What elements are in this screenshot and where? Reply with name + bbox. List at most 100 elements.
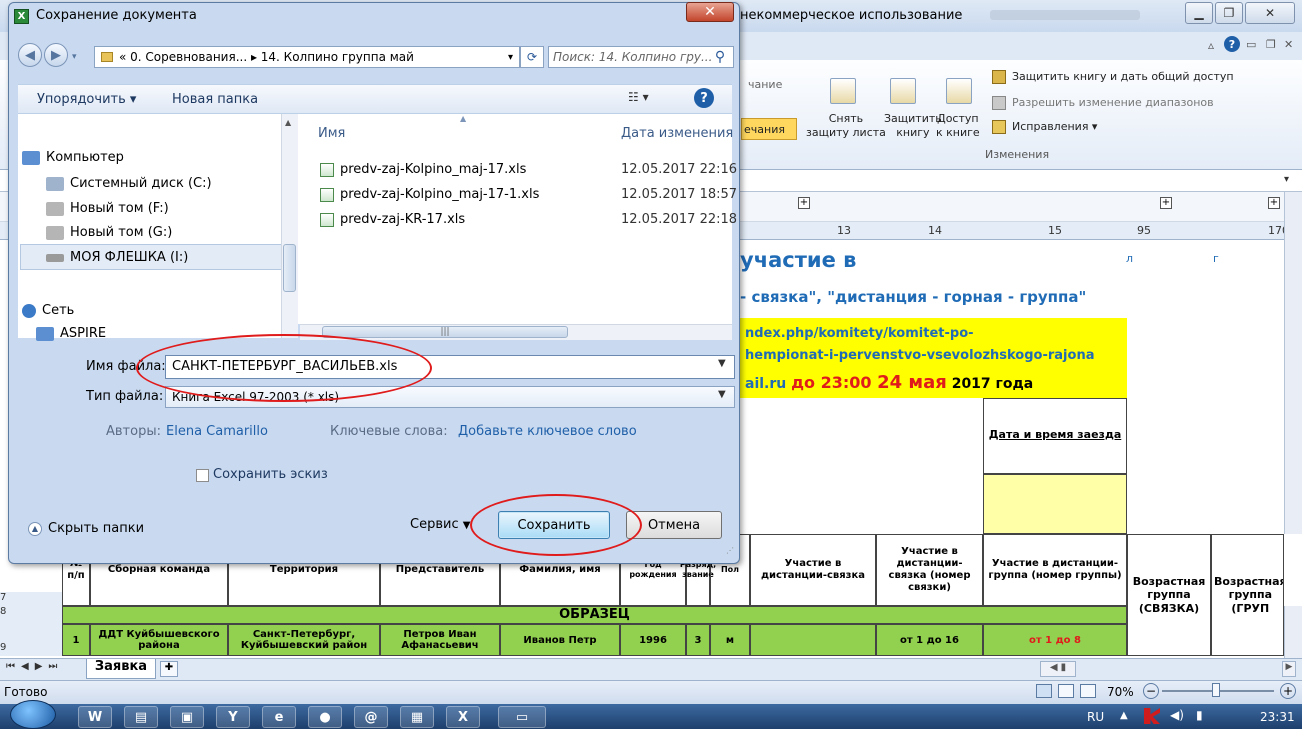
save-thumbnail-checkbox[interactable] xyxy=(196,469,209,482)
sample-team[interactable]: ДДТ Куйбышевского района xyxy=(90,624,228,656)
filetype-dropdown-icon[interactable]: ▼ xyxy=(718,389,732,405)
doc-close-icon[interactable]: ✕ xyxy=(1284,38,1293,51)
sample-sex[interactable]: м xyxy=(710,624,750,656)
view-options-icon[interactable]: ☷ ▾ xyxy=(628,90,658,108)
ie-taskbar-icon[interactable]: e xyxy=(262,706,296,728)
recent-locations-icon[interactable]: ▾ xyxy=(72,52,77,62)
yandex-taskbar-icon[interactable]: Y xyxy=(216,706,250,728)
row-number[interactable]: 7 xyxy=(0,592,62,606)
help-icon[interactable]: ? xyxy=(1224,36,1240,52)
excel-close-icon[interactable]: ✕ xyxy=(1245,2,1295,24)
input-language[interactable]: RU xyxy=(1087,710,1104,724)
forward-arrow-icon[interactable]: ▶ xyxy=(44,43,68,67)
new-folder-button[interactable]: Новая папка xyxy=(172,92,258,107)
search-input[interactable]: Поиск: 14. Колпино гру... xyxy=(548,46,734,68)
hscroll-left-icon[interactable]: ◀ ▮ xyxy=(1040,661,1076,677)
page-break-icon[interactable] xyxy=(1080,684,1096,698)
header-dist-link-num[interactable]: Участие в дистанции-связка (номер связки… xyxy=(876,534,983,606)
normal-view-icon[interactable] xyxy=(1036,684,1052,698)
page-layout-icon[interactable] xyxy=(1058,684,1074,698)
column-number[interactable]: 15 xyxy=(1048,224,1062,237)
sample-group-num[interactable]: от 1 до 8 xyxy=(983,624,1127,656)
header-dist-link[interactable]: Участие в дистанции-связка xyxy=(750,534,876,606)
word-taskbar-icon[interactable]: W xyxy=(78,706,112,728)
mail-taskbar-icon[interactable]: @ xyxy=(354,706,388,728)
file-row[interactable]: predv-zaj-Kolpino_maj-17-1.xls xyxy=(320,187,539,202)
header-age-group[interactable]: Возрастная группа (ГРУП xyxy=(1211,534,1284,656)
sample-num[interactable]: 1 xyxy=(62,624,90,656)
save-thumbnail-label[interactable]: Сохранить эскиз xyxy=(213,467,328,482)
share-book-button[interactable]: Доступ к книге xyxy=(936,112,980,141)
file-row[interactable]: predv-zaj-KR-17.xls xyxy=(320,212,465,227)
column-number[interactable]: 95 xyxy=(1137,224,1151,237)
file-list-hscroll-thumb[interactable]: ||| xyxy=(322,326,568,338)
sample-birth[interactable]: 1996 xyxy=(620,624,686,656)
scroll-up-icon[interactable]: ▲ xyxy=(285,118,291,127)
breadcrumb-dropdown-icon[interactable]: ▾ xyxy=(508,52,513,63)
doc-restore-icon[interactable]: ❐ xyxy=(1266,38,1276,51)
ribbon-minimize-icon[interactable]: ▵ xyxy=(1208,38,1214,52)
expand-group-icon[interactable]: + xyxy=(798,197,810,209)
sheet-nav-icon[interactable]: ⏮◀▶⏭ xyxy=(6,661,63,672)
column-number[interactable]: 14 xyxy=(928,224,942,237)
sample-name[interactable]: Иванов Петр xyxy=(500,624,620,656)
link-line-2[interactable]: hempionat-i-pervenstvo-vsevolozhskogo-ra… xyxy=(745,348,1094,363)
column-number[interactable]: 13 xyxy=(837,224,851,237)
formula-expand-icon[interactable]: ▾ xyxy=(1284,174,1289,185)
expand-group-icon[interactable]: + xyxy=(1160,197,1172,209)
sample-dist-link[interactable] xyxy=(750,624,876,656)
service-button[interactable]: Сервис ▼ xyxy=(410,517,470,532)
protect-share-button[interactable]: Защитить книгу и дать общий доступ xyxy=(1012,70,1234,83)
sample-link-num[interactable]: от 1 до 16 xyxy=(876,624,983,656)
save-taskbar-icon[interactable]: ▦ xyxy=(400,706,434,728)
organize-button[interactable]: Упорядочить ▾ xyxy=(37,92,136,107)
keywords-value[interactable]: Добавьте ключевое слово xyxy=(458,424,637,439)
media-taskbar-icon[interactable]: ▣ xyxy=(170,706,204,728)
dialog-help-icon[interactable]: ? xyxy=(694,88,714,108)
sample-rank[interactable]: 3 xyxy=(686,624,710,656)
protect-book-button[interactable]: Защитить книгу xyxy=(884,112,942,141)
doc-minimize-icon[interactable]: ▭ xyxy=(1246,38,1256,51)
address-breadcrumb[interactable]: « 0. Соревнования... ▸ 14. Колпино групп… xyxy=(94,46,520,68)
expand-group-icon[interactable]: + xyxy=(1268,197,1280,209)
volume-tray-icon[interactable]: ◀) xyxy=(1170,708,1184,722)
nav-item-network[interactable]: Сеть xyxy=(22,303,74,318)
minimize-icon[interactable]: ▁ xyxy=(1185,2,1213,24)
nav-scrollbar[interactable] xyxy=(281,114,298,338)
resize-grip-icon[interactable]: ⋰ xyxy=(726,546,734,555)
sample-row-label[interactable]: ОБРАЗЕЦ xyxy=(62,606,1127,624)
tray-clock[interactable]: 23:31 xyxy=(1260,710,1295,724)
unprotect-sheet-button[interactable]: Снять защиту листа xyxy=(806,112,886,141)
nav-scrollbar-thumb[interactable] xyxy=(283,244,296,292)
camera-taskbar-icon[interactable]: ● xyxy=(308,706,342,728)
nav-item-drive-g[interactable]: Новый том (G:) xyxy=(46,225,172,240)
sample-representative[interactable]: Петров Иван Афанасьевич xyxy=(380,624,500,656)
header-dist-group-num[interactable]: Участие в дистанции-группа (номер группы… xyxy=(983,534,1127,606)
track-changes-button[interactable]: Исправления ▾ xyxy=(1012,120,1097,133)
start-button-icon[interactable] xyxy=(10,700,56,729)
nav-item-aspire[interactable]: ASPIRE xyxy=(36,326,106,341)
row-number[interactable]: 8 xyxy=(0,606,62,624)
restore-icon[interactable]: ❐ xyxy=(1215,2,1243,24)
filename-dropdown-icon[interactable]: ▼ xyxy=(718,358,732,376)
column-name-header[interactable]: Имя xyxy=(318,126,345,141)
zoom-in-icon[interactable]: + xyxy=(1280,683,1296,699)
nav-item-drive-c[interactable]: Системный диск (C:) xyxy=(46,176,212,191)
authors-value[interactable]: Elena Camarillo xyxy=(166,424,268,439)
tray-expand-icon[interactable]: ▲ xyxy=(1120,710,1128,721)
explorer-taskbar-icon[interactable]: ▤ xyxy=(124,706,158,728)
zoom-level[interactable]: 70% xyxy=(1107,685,1134,699)
ribbon-highlight-button[interactable]: ечания xyxy=(741,118,797,140)
nav-item-computer[interactable]: Компьютер xyxy=(22,150,124,165)
sheet-tab-zayavka[interactable]: Заявка xyxy=(86,659,156,679)
link-line-1[interactable]: ndex.php/komitety/komitet-po- xyxy=(745,326,974,341)
nav-item-usb[interactable]: МОЯ ФЛЕШКА (I:) xyxy=(46,250,188,265)
header-age-link[interactable]: Возрастная группа (СВЯЗКА) xyxy=(1127,534,1211,656)
hscroll-right-icon[interactable]: ▶ xyxy=(1282,661,1296,677)
file-row[interactable]: predv-zaj-Kolpino_maj-17.xls xyxy=(320,162,526,177)
date-time-input-cell[interactable] xyxy=(983,474,1127,534)
nav-item-drive-f[interactable]: Новый том (F:) xyxy=(46,201,169,216)
zoom-slider-thumb[interactable] xyxy=(1212,683,1220,697)
column-date-header[interactable]: Дата изменения xyxy=(621,126,733,141)
window-taskbar-icon[interactable]: ▭ xyxy=(498,706,546,728)
